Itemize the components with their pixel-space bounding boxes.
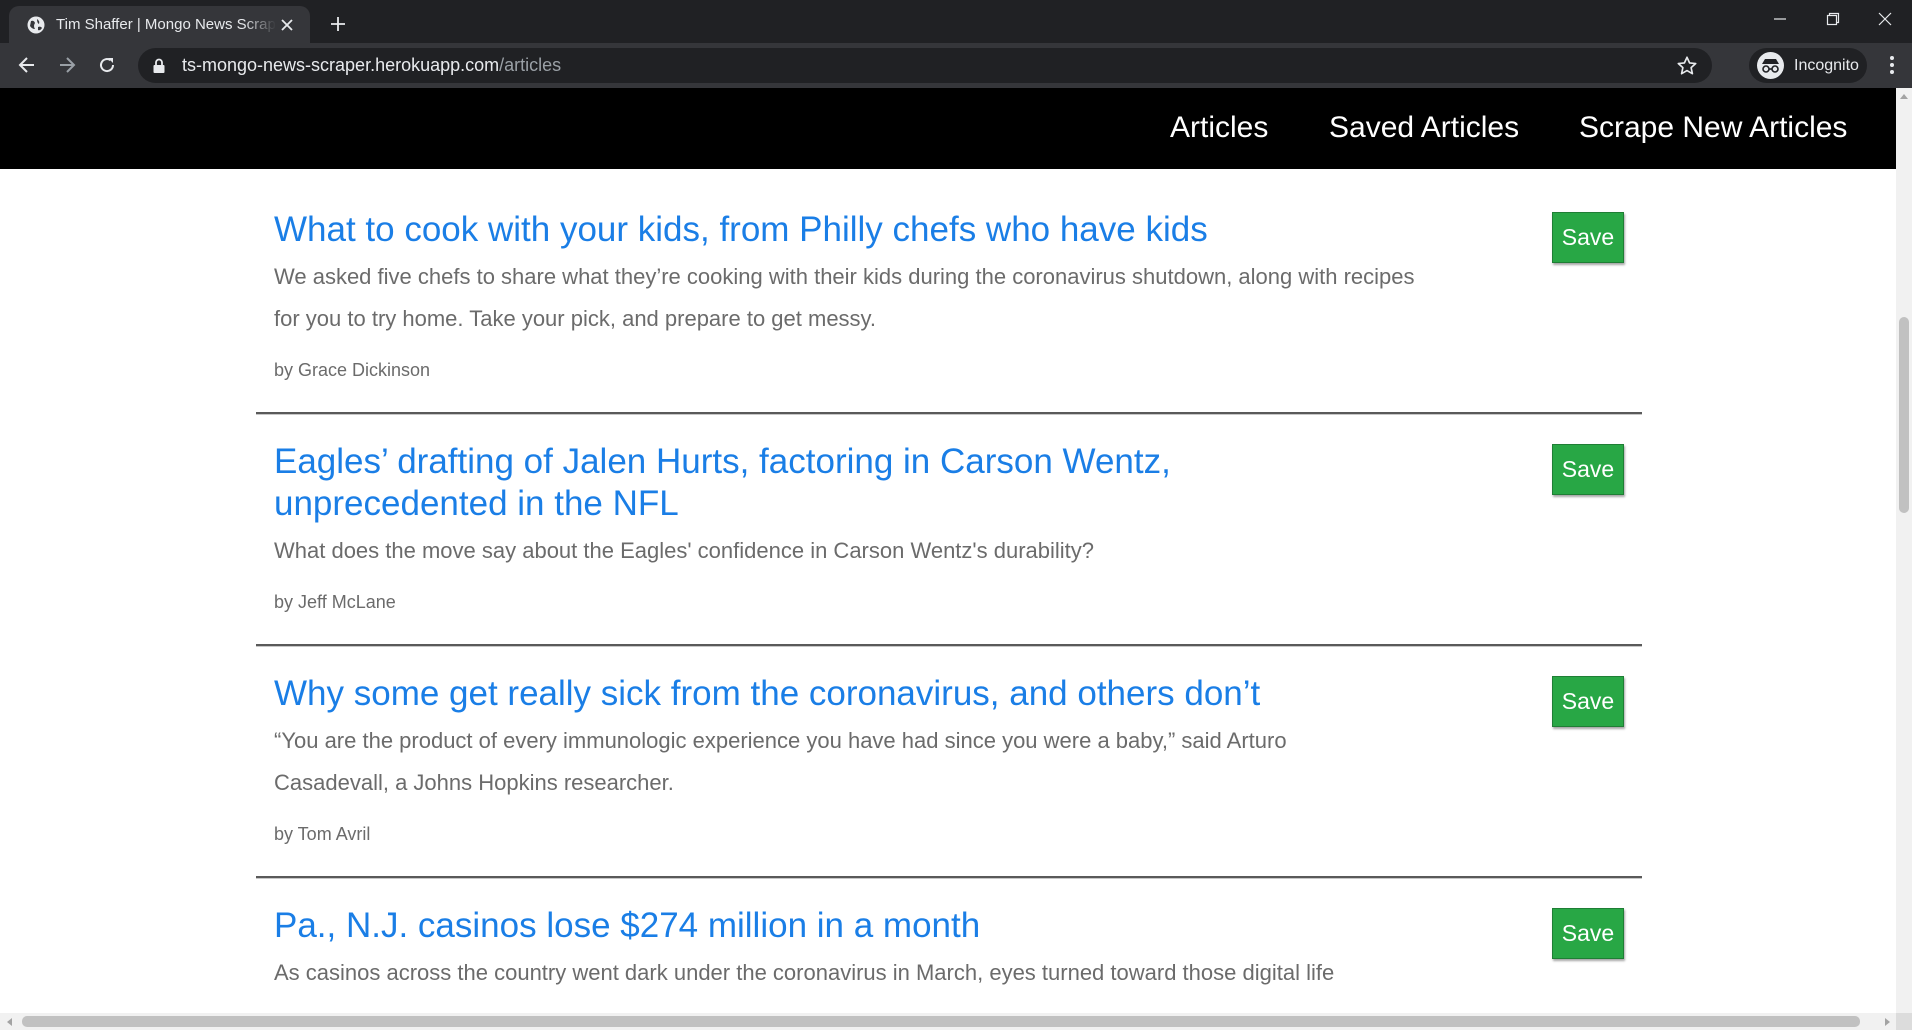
browser-toolbar: ts-mongo-news-scraper.herokuapp.com/arti… (0, 43, 1912, 88)
scroll-right-arrow-icon[interactable] (1882, 1016, 1892, 1027)
url-host: ts-mongo-news-scraper.herokuapp.com (182, 55, 500, 75)
back-button[interactable] (10, 48, 44, 82)
article-title-link[interactable]: Why some get really sick from the corona… (274, 673, 1374, 715)
restore-icon (1826, 12, 1840, 26)
article-divider (256, 412, 1642, 415)
article-summary: We asked five chefs to share what they’r… (274, 264, 1415, 331)
minimize-icon (1774, 18, 1786, 20)
article-author: by Grace Dickinson (274, 360, 431, 380)
page-viewport: Articles Saved Articles Scrape New Artic… (0, 88, 1896, 1013)
article-divider (256, 876, 1642, 879)
scrollbar-corner (1896, 1013, 1912, 1030)
address-bar[interactable]: ts-mongo-news-scraper.herokuapp.com/arti… (138, 48, 1712, 83)
scroll-up-arrow-icon[interactable] (1896, 88, 1912, 105)
bookmark-star-icon[interactable] (1676, 55, 1698, 77)
save-article-button[interactable]: Save (1552, 444, 1624, 495)
forward-button[interactable] (50, 48, 84, 82)
lock-icon (153, 58, 165, 73)
restore-button[interactable] (1808, 0, 1858, 38)
globe-icon (27, 16, 45, 33)
save-article-button[interactable]: Save (1552, 676, 1624, 727)
reload-button[interactable] (90, 48, 124, 82)
close-window-button[interactable] (1860, 0, 1910, 38)
incognito-icon (1757, 52, 1784, 79)
horizontal-scrollbar[interactable] (0, 1013, 1896, 1030)
scroll-left-arrow-icon[interactable] (4, 1016, 14, 1027)
arrow-right-icon (60, 57, 76, 73)
horizontal-scroll-thumb[interactable] (22, 1016, 1860, 1027)
site-navbar: Articles Saved Articles Scrape New Artic… (0, 88, 1896, 169)
article-divider (256, 644, 1642, 647)
url-text: ts-mongo-news-scraper.herokuapp.com/arti… (182, 55, 561, 76)
article-summary: “You are the product of every immunologi… (274, 728, 1287, 795)
nav-link-scrape-new-articles[interactable]: Scrape New Articles (1579, 111, 1847, 145)
browser-tabstrip: Tim Shaffer | Mongo News Scraper (0, 0, 1912, 43)
save-article-button[interactable]: Save (1552, 212, 1624, 263)
article-title-link[interactable]: Eagles’ drafting of Jalen Hurts, factori… (274, 441, 1234, 525)
article-summary: What does the move say about the Eagles'… (274, 538, 1095, 563)
browser-menu-button[interactable] (1880, 50, 1904, 80)
save-article-button[interactable]: Save (1552, 908, 1624, 959)
new-tab-button[interactable] (322, 8, 354, 40)
vertical-scrollbar[interactable] (1896, 88, 1912, 1013)
reload-icon (100, 58, 115, 73)
nav-link-articles[interactable]: Articles (1170, 111, 1268, 145)
article-author: by Tom Avril (274, 824, 371, 844)
article-author: by Jeff McLane (274, 592, 396, 612)
arrow-left-icon (18, 57, 34, 73)
incognito-profile-button[interactable]: Incognito (1749, 48, 1867, 83)
vertical-scroll-thumb[interactable] (1899, 317, 1909, 513)
close-tab-icon[interactable] (276, 14, 298, 36)
url-path: /articles (499, 55, 562, 75)
kebab-menu-icon (1890, 56, 1894, 74)
incognito-label: Incognito (1794, 56, 1859, 74)
plus-icon (331, 17, 345, 31)
browser-tab[interactable]: Tim Shaffer | Mongo News Scraper (9, 6, 310, 43)
minimize-button[interactable] (1755, 0, 1805, 38)
article-title-link[interactable]: Pa., N.J. casinos lose $274 million in a… (274, 905, 1274, 947)
close-icon (1878, 12, 1892, 26)
nav-link-saved-articles[interactable]: Saved Articles (1329, 111, 1519, 145)
tab-title: Tim Shaffer | Mongo News Scraper (56, 16, 276, 33)
article-title-link[interactable]: What to cook with your kids, from Philly… (274, 209, 1274, 251)
article-summary: As casinos across the country went dark … (274, 960, 1335, 985)
